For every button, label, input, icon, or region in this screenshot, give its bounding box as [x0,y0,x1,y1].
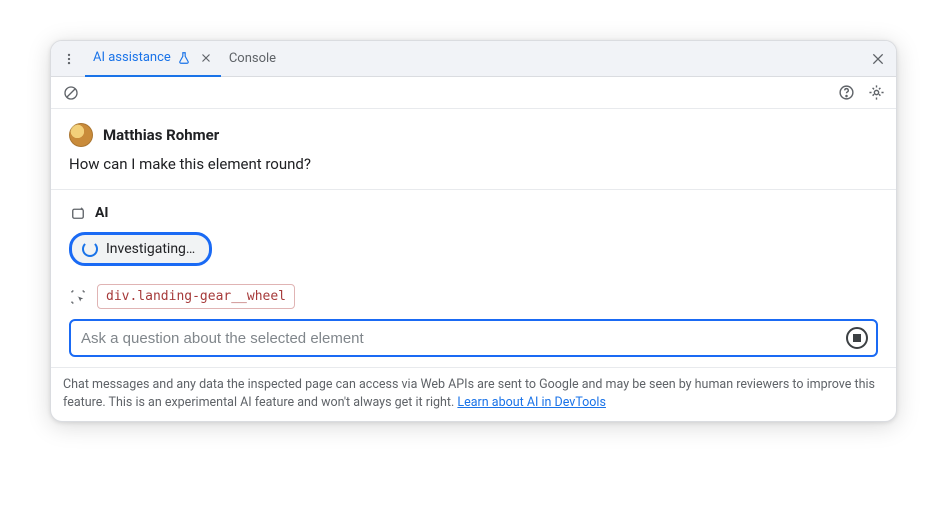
help-icon[interactable] [836,83,856,103]
stop-icon [853,334,861,342]
user-message: How can I make this element round? [69,155,878,173]
close-panel-icon[interactable] [868,49,888,69]
devtools-panel: AI assistance Console [50,40,897,422]
clear-icon[interactable] [61,83,81,103]
selected-element-chip[interactable]: div.landing-gear__wheel [97,284,295,309]
divider [51,189,896,190]
gear-icon[interactable] [866,83,886,103]
element-picker-icon[interactable] [69,288,87,306]
tab-bar: AI assistance Console [51,41,896,77]
status-pill: Investigating… [69,232,212,266]
tab-label: AI assistance [93,50,171,65]
user-name: Matthias Rohmer [103,126,219,144]
prompt-input[interactable] [81,330,838,347]
chat-content: Matthias Rohmer How can I make this elem… [51,109,896,367]
ai-toolbar [51,77,896,109]
more-menu-icon[interactable] [59,49,79,69]
ai-spark-icon [69,204,87,222]
spinner-icon [82,241,98,257]
user-header: Matthias Rohmer [69,123,878,147]
ai-header: AI [69,204,878,222]
stop-button[interactable] [846,327,868,349]
ai-label: AI [95,205,109,221]
prompt-input-wrap [69,319,878,357]
disclaimer-link[interactable]: Learn about AI in DevTools [457,395,606,410]
tab-console[interactable]: Console [221,41,284,77]
disclaimer: Chat messages and any data the inspected… [51,367,896,421]
status-text: Investigating… [106,241,195,257]
tab-ai-assistance[interactable]: AI assistance [85,41,221,77]
context-row: div.landing-gear__wheel [69,284,878,309]
avatar [69,123,93,147]
close-tab-icon[interactable] [199,51,213,65]
tab-label: Console [229,51,276,66]
flask-icon [177,51,191,65]
